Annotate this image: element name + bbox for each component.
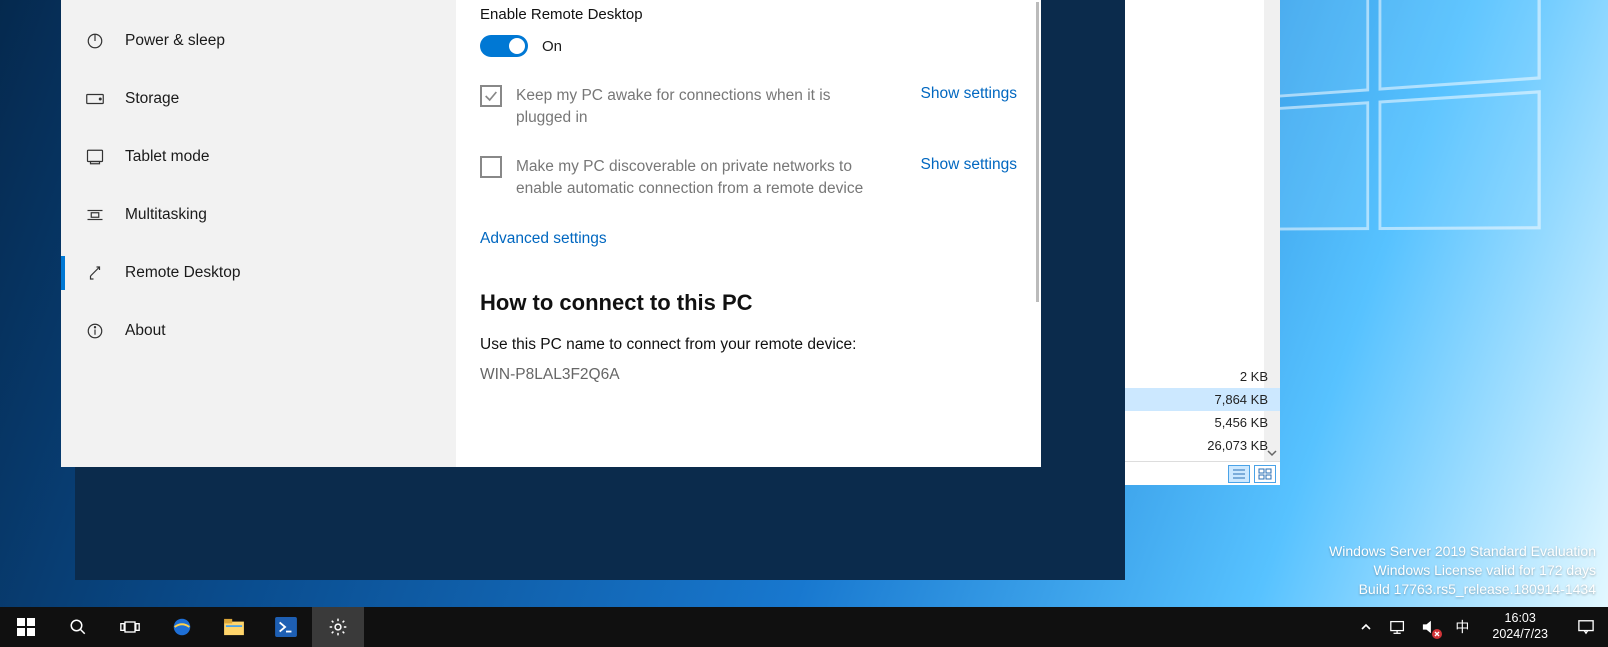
task-view-button[interactable] bbox=[104, 607, 156, 647]
toggle-state-label: On bbox=[542, 38, 562, 55]
remote-desktop-toggle[interactable] bbox=[480, 35, 528, 57]
file-row[interactable]: 26,073 KB bbox=[1125, 434, 1280, 457]
watermark-line: Windows License valid for 172 days bbox=[1329, 561, 1596, 580]
settings-sidebar: Power & sleep Storage Tablet mode Multit… bbox=[61, 0, 456, 467]
sidebar-item-label: Power & sleep bbox=[125, 32, 225, 50]
desktop-watermark: Windows Server 2019 Standard Evaluation … bbox=[1329, 542, 1596, 599]
discoverable-checkbox[interactable] bbox=[480, 156, 502, 178]
clock-time: 16:03 bbox=[1492, 611, 1548, 627]
connect-heading: How to connect to this PC bbox=[480, 290, 1017, 316]
watermark-line: Build 17763.rs5_release.180914-1434 bbox=[1329, 580, 1596, 599]
keep-awake-show-settings-link[interactable]: Show settings bbox=[921, 85, 1018, 103]
file-row[interactable]: 5,456 KB bbox=[1125, 411, 1280, 434]
sidebar-item-about[interactable]: About bbox=[61, 302, 456, 360]
sidebar-item-label: Remote Desktop bbox=[125, 264, 240, 282]
explorer-statusbar bbox=[1125, 461, 1280, 485]
section-title: Enable Remote Desktop bbox=[480, 6, 1017, 23]
pc-name: WIN-P8LAL3F2Q6A bbox=[480, 366, 1017, 384]
sidebar-item-power-sleep[interactable]: Power & sleep bbox=[61, 12, 456, 70]
sidebar-item-label: Storage bbox=[125, 90, 179, 108]
file-size: 7,864 KB bbox=[1215, 392, 1269, 407]
power-icon bbox=[85, 31, 105, 51]
taskbar-app-ie[interactable] bbox=[156, 607, 208, 647]
tablet-icon bbox=[85, 147, 105, 167]
settings-content: Enable Remote Desktop On Keep my PC awak… bbox=[456, 0, 1041, 467]
advanced-settings-link[interactable]: Advanced settings bbox=[480, 230, 1017, 248]
file-size: 26,073 KB bbox=[1207, 438, 1268, 453]
sidebar-item-label: Tablet mode bbox=[125, 148, 209, 166]
search-button[interactable] bbox=[52, 607, 104, 647]
keep-awake-label: Keep my PC awake for connections when it… bbox=[516, 85, 886, 128]
discoverable-label: Make my PC discoverable on private netwo… bbox=[516, 156, 886, 199]
sidebar-item-storage[interactable]: Storage bbox=[61, 70, 456, 128]
watermark-line: Windows Server 2019 Standard Evaluation bbox=[1329, 542, 1596, 561]
file-row[interactable]: 2 KB bbox=[1125, 365, 1280, 388]
desktop-wallpaper-logo bbox=[1246, 0, 1552, 272]
network-icon[interactable] bbox=[1388, 617, 1408, 637]
volume-muted-icon[interactable] bbox=[1420, 617, 1440, 637]
sidebar-item-label: About bbox=[125, 322, 166, 340]
action-center-icon[interactable] bbox=[1576, 617, 1596, 637]
explorer-window-fragment: 2 KB 7,864 KB 5,456 KB 26,073 KB bbox=[1125, 0, 1280, 485]
remote-desktop-icon bbox=[85, 263, 105, 283]
sidebar-item-label: Multitasking bbox=[125, 206, 207, 224]
discoverable-show-settings-link[interactable]: Show settings bbox=[921, 156, 1018, 174]
sidebar-item-multitasking[interactable]: Multitasking bbox=[61, 186, 456, 244]
file-size: 2 KB bbox=[1240, 369, 1268, 384]
start-button[interactable] bbox=[0, 607, 52, 647]
clock-date: 2024/7/23 bbox=[1492, 627, 1548, 643]
file-row[interactable]: 7,864 KB bbox=[1125, 388, 1280, 411]
taskbar-app-settings[interactable] bbox=[312, 607, 364, 647]
sidebar-item-remote-desktop[interactable]: Remote Desktop bbox=[61, 244, 456, 302]
connect-instruction: Use this PC name to connect from your re… bbox=[480, 336, 1017, 354]
taskbar-clock[interactable]: 16:03 2024/7/23 bbox=[1484, 611, 1556, 642]
system-tray: 中 16:03 2024/7/23 bbox=[1356, 607, 1608, 647]
file-size: 5,456 KB bbox=[1215, 415, 1269, 430]
ime-indicator[interactable]: 中 bbox=[1452, 617, 1472, 637]
tray-overflow-icon[interactable] bbox=[1356, 617, 1376, 637]
taskbar-app-explorer[interactable] bbox=[208, 607, 260, 647]
icons-view-button[interactable] bbox=[1254, 465, 1276, 483]
scrollbar[interactable] bbox=[1036, 2, 1039, 302]
sidebar-item-tablet-mode[interactable]: Tablet mode bbox=[61, 128, 456, 186]
keep-awake-checkbox[interactable] bbox=[480, 85, 502, 107]
taskbar: 中 16:03 2024/7/23 bbox=[0, 607, 1608, 647]
multitasking-icon bbox=[85, 205, 105, 225]
about-icon bbox=[85, 321, 105, 341]
settings-window: Power & sleep Storage Tablet mode Multit… bbox=[61, 0, 1041, 467]
details-view-button[interactable] bbox=[1228, 465, 1250, 483]
taskbar-app-powershell[interactable] bbox=[260, 607, 312, 647]
storage-icon bbox=[85, 89, 105, 109]
